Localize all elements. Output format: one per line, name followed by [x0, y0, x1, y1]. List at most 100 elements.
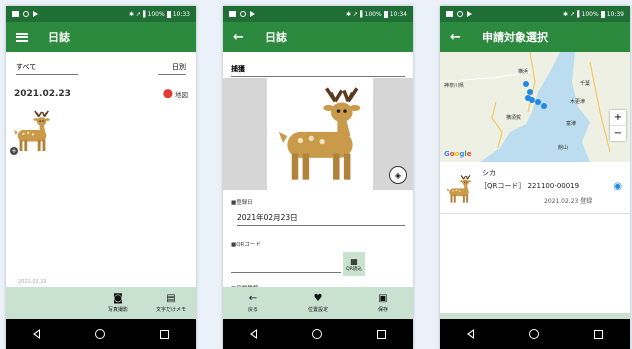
- status-bar: ✱ ↗▐ 100% 10:34: [223, 6, 413, 22]
- page-title: 日誌: [48, 31, 70, 44]
- arrow-left-icon: ←: [248, 292, 258, 304]
- action-bar: ◙ 写真撮影 ▤ 文字だけメモ: [6, 287, 196, 319]
- home-icon[interactable]: [311, 329, 322, 339]
- back-action-button[interactable]: ← 戻る: [247, 292, 258, 313]
- photo-frame: [267, 78, 373, 190]
- back-button[interactable]: ←: [450, 30, 466, 45]
- image-icon: [229, 11, 236, 17]
- battery-text: 100%: [147, 10, 165, 18]
- system-nav-bar: [223, 319, 413, 349]
- add-icon: +: [10, 147, 18, 155]
- sync-icon: [457, 11, 463, 17]
- qr-scan-label: QR読込: [346, 266, 362, 272]
- entry-date: 2021.02.23: [14, 89, 71, 99]
- app-bar: 日誌: [6, 22, 196, 52]
- map-land: [440, 52, 630, 162]
- take-photo-label: 写真撮影: [107, 306, 128, 313]
- back-icon[interactable]: [250, 329, 258, 339]
- qr-scan-button[interactable]: ▦ QR読込: [343, 252, 365, 276]
- application-target-screen: ✱ ↗▐ 100% 10:39 ← 申請対象選択 神奈川県 横浜 横須賀 千葉 木更…: [440, 6, 630, 349]
- google-logo: Google: [444, 150, 472, 158]
- diary-edit-screen: ✱ ↗▐ 100% 10:34 ← 日誌 捕獲 ◈ ■登録日 2021年02月23日…: [223, 6, 413, 349]
- text-memo-label: 文字だけメモ: [155, 306, 186, 313]
- map-pin-icon: ⬤: [162, 89, 173, 99]
- take-photo-button[interactable]: ◙ 写真撮影: [107, 293, 128, 313]
- location-plus-icon: ♥: [313, 292, 323, 304]
- home-icon[interactable]: [94, 329, 105, 339]
- zoom-out-button[interactable]: −: [610, 125, 626, 141]
- save-icon: ▣: [378, 292, 388, 304]
- map-label-chiba: 千葉: [580, 81, 591, 87]
- zoom-in-button[interactable]: +: [610, 110, 626, 125]
- map-label-futtsu: 富津: [566, 121, 577, 127]
- faded-entry-date: 2021.02.22: [18, 279, 47, 285]
- clock: 10:39: [606, 10, 624, 18]
- home-icon[interactable]: [528, 329, 539, 339]
- text-memo-button[interactable]: ▤ 文字だけメモ: [155, 293, 186, 313]
- battery-icon: [166, 10, 171, 18]
- deer-image: [446, 174, 472, 204]
- map-link-label: 地図: [175, 91, 188, 99]
- signal-icon: ✱ ↗▐: [345, 10, 363, 18]
- map-label-yokohama: 横浜: [518, 69, 529, 75]
- app-bar: ← 日誌: [223, 22, 413, 52]
- battery-text: 100%: [581, 10, 599, 18]
- battery-text: 100%: [364, 10, 382, 18]
- menu-button[interactable]: [16, 32, 32, 42]
- photo-area: ◈: [223, 78, 413, 190]
- play-icon: [250, 11, 255, 17]
- system-nav-bar: [440, 319, 630, 349]
- filter-date-select[interactable]: 日別: [158, 62, 186, 75]
- qr-code-field[interactable]: [231, 272, 341, 273]
- qr-code-icon: ▦: [350, 256, 358, 266]
- set-location-label: 位置設定: [307, 306, 328, 313]
- recents-icon[interactable]: [159, 329, 169, 339]
- play-icon: [467, 11, 472, 17]
- category-field[interactable]: 捕獲: [231, 64, 405, 77]
- sync-icon: [240, 11, 246, 17]
- status-bar: ✱ ↗▐ 100% 10:33: [6, 6, 196, 22]
- image-icon: [446, 11, 453, 17]
- map-label-tateyama: 館山: [558, 145, 569, 151]
- battery-icon: [600, 10, 605, 18]
- date-field[interactable]: 2021年02月23日: [237, 212, 405, 226]
- map-view[interactable]: 神奈川県 横浜 横須賀 千葉 木更津 富津 館山 + − Google: [440, 52, 630, 162]
- hamburger-icon: [16, 32, 28, 42]
- zoom-controls: + −: [610, 110, 626, 141]
- layers-button[interactable]: ◈: [389, 166, 407, 184]
- back-icon[interactable]: [467, 329, 475, 339]
- status-bar: ✱ ↗▐ 100% 10:39: [440, 6, 630, 22]
- filter-all-select[interactable]: すべて: [16, 62, 78, 75]
- page-title: 日誌: [265, 31, 287, 44]
- deer-image: [276, 86, 362, 182]
- page-title: 申請対象選択: [482, 31, 548, 44]
- layers-icon: ◈: [394, 170, 402, 180]
- signal-icon: ✱ ↗▐: [128, 10, 146, 18]
- system-nav-bar: [6, 319, 196, 349]
- save-button[interactable]: ▣ 保存: [378, 292, 388, 313]
- qr-label: ■QRコード: [231, 242, 261, 248]
- arrow-left-icon: ←: [233, 29, 244, 45]
- action-bar: ← 戻る ♥ 位置設定 ▣ 保存: [223, 287, 413, 319]
- image-icon: [12, 11, 19, 17]
- recents-icon[interactable]: [376, 329, 386, 339]
- back-icon[interactable]: [33, 329, 41, 339]
- recents-icon[interactable]: [593, 329, 603, 339]
- back-button[interactable]: ←: [233, 30, 249, 45]
- list-item[interactable]: シカ ［QRコード］ 221100-00019 ◉ 2021.02.23 登録: [440, 164, 630, 214]
- back-action-label: 戻る: [247, 306, 258, 313]
- species-name: シカ: [482, 169, 496, 177]
- map-label-yokosuka: 横須賀: [506, 115, 522, 121]
- app-bar: ← 申請対象選択: [440, 22, 630, 52]
- location-pin-icon[interactable]: ◉: [613, 181, 622, 192]
- sync-icon: [23, 11, 29, 17]
- qr-code-value: ［QRコード］ 221100-00019: [480, 182, 580, 190]
- map-link[interactable]: ⬤ 地図: [163, 89, 188, 99]
- battery-icon: [383, 10, 388, 18]
- entry-photo-thumbnail[interactable]: +: [10, 109, 60, 157]
- entry-header: 2021.02.23 ⬤ 地図: [6, 75, 196, 99]
- registered-date: 2021.02.23 登録: [544, 198, 593, 205]
- map-label-kisarazu: 木更津: [570, 99, 586, 105]
- set-location-button[interactable]: ♥ 位置設定: [307, 292, 328, 313]
- clock: 10:34: [389, 10, 407, 18]
